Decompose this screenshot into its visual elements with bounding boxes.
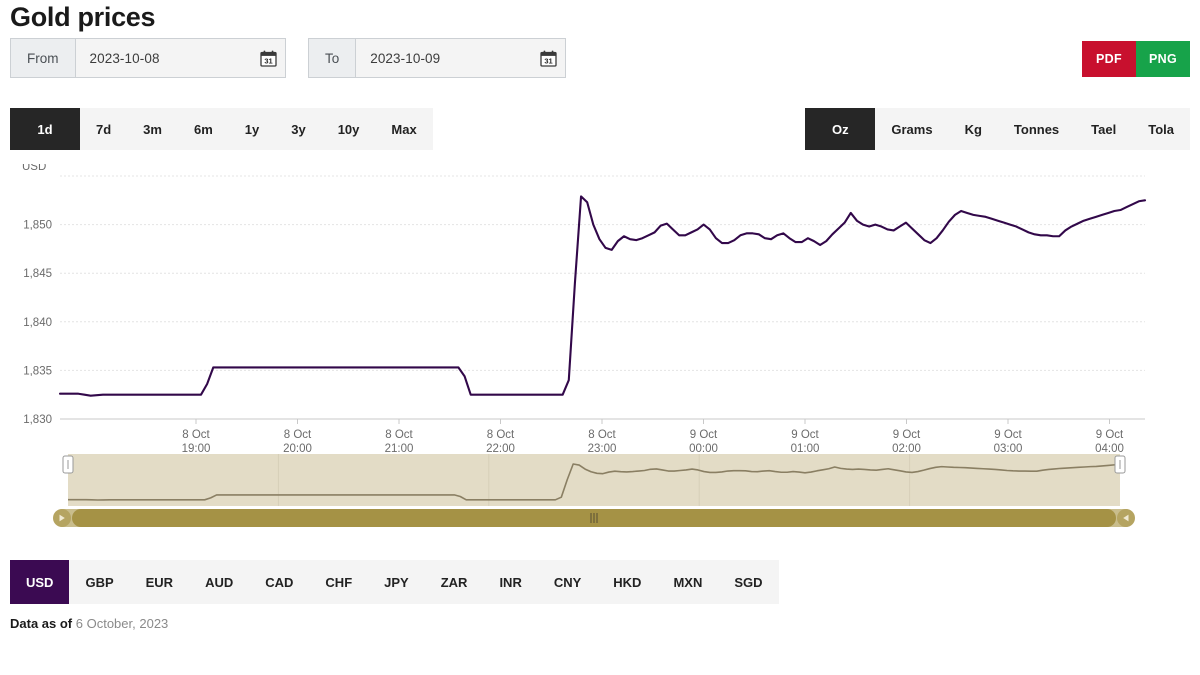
x-tick-label: 01:00 (791, 443, 820, 455)
unit-tabstrip: Oz Grams Kg Tonnes Tael Tola (805, 108, 1190, 150)
range-tab-3m[interactable]: 3m (127, 108, 178, 150)
currency-tab-jpy[interactable]: JPY (368, 560, 425, 604)
data-as-of: Data as of 6 October, 2023 (0, 604, 1200, 631)
range-tab-6m[interactable]: 6m (178, 108, 229, 150)
to-label: To (308, 39, 357, 77)
from-date-value: 2023-10-08 (89, 50, 160, 66)
unit-tab-tonnes[interactable]: Tonnes (998, 108, 1075, 150)
x-tick-label: 23:00 (588, 443, 617, 455)
x-tick-label: 8 Oct (182, 429, 210, 441)
currency-tab-chf[interactable]: CHF (309, 560, 368, 604)
range-tab-max[interactable]: Max (375, 108, 432, 150)
x-tick-label: 9 Oct (893, 429, 921, 441)
svg-text:31: 31 (264, 56, 272, 65)
x-tick-label: 8 Oct (487, 429, 515, 441)
x-tick-label: 9 Oct (791, 429, 819, 441)
y-tick-label: 1,840 (23, 317, 52, 329)
export-buttons: PDF PNG (1082, 41, 1190, 77)
x-tick-label: 22:00 (486, 443, 515, 455)
x-tick-label: 8 Oct (588, 429, 616, 441)
currency-tab-cny[interactable]: CNY (538, 560, 597, 604)
currency-tab-aud[interactable]: AUD (189, 560, 249, 604)
currency-tab-gbp[interactable]: GBP (69, 560, 129, 604)
unit-tab-tola[interactable]: Tola (1132, 108, 1190, 150)
unit-tab-grams[interactable]: Grams (875, 108, 948, 150)
data-as-of-date: 6 October, 2023 (75, 616, 169, 631)
page-title: Gold prices (10, 2, 156, 32)
calendar-icon[interactable]: 31 (259, 50, 277, 67)
navigator-track[interactable] (68, 454, 1120, 506)
y-tick-label: 1,850 (23, 220, 52, 232)
x-tick-label: 19:00 (182, 443, 211, 455)
to-date-group[interactable]: To 2023-10-09 31 (307, 38, 567, 78)
currency-tab-inr[interactable]: INR (483, 560, 537, 604)
data-as-of-label: Data as of (10, 616, 73, 631)
range-tab-10y[interactable]: 10y (322, 108, 376, 150)
to-date-input[interactable]: 2023-10-09 31 (356, 39, 566, 77)
currency-tab-mxn[interactable]: MXN (657, 560, 718, 604)
y-tick-label: 1,830 (23, 414, 52, 426)
x-tick-label: 8 Oct (385, 429, 413, 441)
unit-tab-oz[interactable]: Oz (805, 108, 876, 150)
x-tick-label: 02:00 (892, 443, 921, 455)
svg-text:31: 31 (545, 56, 553, 65)
currency-tab-usd[interactable]: USD (10, 560, 70, 604)
tabs-row: 1d 7d 3m 6m 1y 3y 10y Max Oz Grams Kg Tonnes Tael To… (0, 108, 1200, 150)
from-date-input[interactable]: 2023-10-08 31 (75, 39, 285, 77)
scrollbar-left-arrow[interactable] (53, 509, 71, 527)
unit-tab-kg[interactable]: Kg (949, 108, 998, 150)
x-tick-label: 03:00 (994, 443, 1023, 455)
currency-tab-zar[interactable]: ZAR (425, 560, 484, 604)
x-tick-label: 9 Oct (994, 429, 1022, 441)
x-tick-label: 9 Oct (690, 429, 718, 441)
range-tab-3y[interactable]: 3y (275, 108, 321, 150)
export-png-button[interactable]: PNG (1136, 41, 1190, 77)
currency-tab-eur[interactable]: EUR (130, 560, 189, 604)
date-controls-row: From 2023-10-08 31 To 2023-10-09 31 PDF … (0, 38, 1200, 90)
navigator-handle-left[interactable] (62, 455, 74, 474)
navigator-handle-right[interactable] (1114, 455, 1126, 474)
y-tick-label: 1,845 (23, 268, 52, 280)
currency-tab-hkd[interactable]: HKD (597, 560, 657, 604)
export-pdf-button[interactable]: PDF (1082, 41, 1136, 77)
currency-tabstrip: USD GBP EUR AUD CAD CHF JPY ZAR INR CNY HKD MXN SGD (10, 560, 779, 604)
y-tick-label: 1,835 (23, 365, 52, 377)
currency-row: USD GBP EUR AUD CAD CHF JPY ZAR INR CNY HKD MXN SGD (0, 560, 1200, 604)
x-tick-label: 9 Oct (1096, 429, 1124, 441)
y-axis-unit-label: USD (22, 164, 46, 173)
range-tab-7d[interactable]: 7d (80, 108, 127, 150)
to-date-value: 2023-10-09 (370, 50, 441, 66)
range-tab-1d[interactable]: 1d (10, 108, 80, 150)
from-label: From (11, 39, 76, 77)
range-tabstrip: 1d 7d 3m 6m 1y 3y 10y Max (10, 108, 433, 150)
scrollbar-right-arrow[interactable] (1117, 509, 1135, 527)
currency-tab-cad[interactable]: CAD (249, 560, 309, 604)
unit-tab-tael[interactable]: Tael (1075, 108, 1132, 150)
range-tab-1y[interactable]: 1y (229, 108, 275, 150)
calendar-icon[interactable]: 31 (540, 50, 557, 67)
x-tick-label: 21:00 (385, 443, 414, 455)
currency-tab-sgd[interactable]: SGD (718, 560, 778, 604)
x-tick-label: 00:00 (689, 443, 718, 455)
x-tick-label: 20:00 (283, 443, 312, 455)
chart-canvas[interactable]: USD 1,830 1,835 1,840 1,845 1,850 8 Oct 19:00 8 … (0, 164, 1200, 554)
x-tick-label: 8 Oct (284, 429, 312, 441)
x-tick-label: 04:00 (1095, 443, 1124, 455)
from-date-group[interactable]: From 2023-10-08 31 (10, 38, 286, 78)
price-chart[interactable]: USD 1,830 1,835 1,840 1,845 1,850 8 Oct 19:00 8 … (0, 164, 1200, 554)
price-line-series (58, 195, 1147, 397)
